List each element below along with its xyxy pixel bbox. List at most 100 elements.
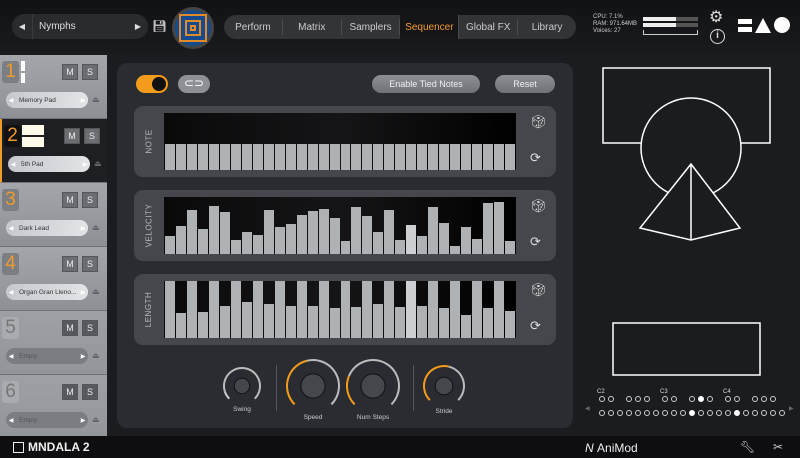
tab-sequencer[interactable]: Sequencer bbox=[400, 15, 459, 39]
step-bar[interactable] bbox=[450, 144, 460, 170]
step-bar[interactable] bbox=[494, 202, 504, 254]
black-key-dot[interactable] bbox=[626, 396, 632, 402]
step-bar[interactable] bbox=[494, 281, 504, 338]
prev-arrow-icon[interactable]: ◀ bbox=[6, 225, 16, 232]
white-key-dot[interactable] bbox=[626, 410, 632, 416]
step-bar[interactable] bbox=[264, 144, 274, 170]
track-4[interactable]: 4 M S ◀Organ Gran Lleno...▶ ⏏ bbox=[0, 247, 107, 311]
step-bar[interactable] bbox=[417, 144, 427, 170]
step-bar[interactable] bbox=[297, 281, 307, 338]
step-bar[interactable] bbox=[351, 144, 361, 170]
step-bar[interactable] bbox=[286, 306, 296, 338]
step-bar[interactable] bbox=[297, 144, 307, 170]
step-bar[interactable] bbox=[461, 315, 471, 338]
white-key-dot[interactable] bbox=[644, 410, 650, 416]
tab-samplers[interactable]: Samplers bbox=[342, 19, 401, 35]
step-bar[interactable] bbox=[308, 306, 318, 338]
track-1[interactable]: 1 M S ◀Memory Pad▶ ⏏ bbox=[0, 55, 107, 119]
scissors-icon[interactable]: ✂ bbox=[773, 440, 783, 454]
step-bar[interactable] bbox=[165, 281, 175, 338]
step-bar[interactable] bbox=[308, 144, 318, 170]
step-grid[interactable] bbox=[164, 281, 516, 338]
step-bar[interactable] bbox=[461, 227, 471, 254]
step-bar[interactable] bbox=[439, 223, 449, 254]
num-steps-knob[interactable] bbox=[345, 358, 401, 414]
step-bar[interactable] bbox=[253, 144, 263, 170]
step-bar[interactable] bbox=[187, 144, 197, 170]
step-bar[interactable] bbox=[373, 144, 383, 170]
white-key-dot[interactable] bbox=[662, 410, 668, 416]
dice-icon[interactable]: 🎲︎ bbox=[530, 114, 547, 130]
step-bar[interactable] bbox=[439, 308, 449, 338]
black-key-dot[interactable] bbox=[644, 396, 650, 402]
black-key-dot[interactable] bbox=[752, 396, 758, 402]
white-key-dot[interactable] bbox=[599, 410, 605, 416]
white-key-dot[interactable] bbox=[653, 410, 659, 416]
step-bar[interactable] bbox=[362, 281, 372, 338]
eject-icon[interactable]: ⏏ bbox=[94, 159, 102, 168]
track-2[interactable]: 2 M S ◀5th Pad▶ ⏏ bbox=[0, 119, 107, 183]
eject-icon[interactable]: ⏏ bbox=[92, 287, 100, 296]
next-arrow-icon[interactable]: ▶ bbox=[80, 161, 90, 168]
eject-icon[interactable]: ⏏ bbox=[92, 95, 100, 104]
step-bar[interactable] bbox=[209, 144, 219, 170]
info-icon[interactable]: i bbox=[710, 29, 725, 44]
eject-icon[interactable]: ⏏ bbox=[92, 223, 100, 232]
keyboard-left-arrow[interactable]: ◀ bbox=[585, 405, 590, 412]
step-bar[interactable] bbox=[395, 240, 405, 254]
tab-perform[interactable]: Perform bbox=[224, 19, 283, 35]
step-bar[interactable] bbox=[494, 144, 504, 170]
wrench-icon[interactable]: 🔧︎ bbox=[740, 440, 755, 454]
mute-button[interactable]: M bbox=[62, 192, 78, 208]
step-bar[interactable] bbox=[395, 307, 405, 338]
step-bar[interactable] bbox=[231, 240, 241, 254]
black-key-dot[interactable] bbox=[671, 396, 677, 402]
reset-lane-icon[interactable]: ⟳ bbox=[530, 318, 541, 334]
eject-icon[interactable]: ⏏ bbox=[92, 415, 100, 424]
black-key-dot[interactable] bbox=[689, 396, 695, 402]
step-bar[interactable] bbox=[198, 229, 208, 254]
track-preset-selector[interactable]: ◀Memory Pad▶ bbox=[6, 92, 88, 108]
white-key-dot[interactable] bbox=[743, 410, 749, 416]
step-bar[interactable] bbox=[341, 281, 351, 338]
white-key-dot[interactable] bbox=[752, 410, 758, 416]
step-bar[interactable] bbox=[231, 281, 241, 338]
next-arrow-icon[interactable]: ▶ bbox=[78, 97, 88, 104]
step-bar[interactable] bbox=[187, 210, 197, 254]
step-bar[interactable] bbox=[341, 144, 351, 170]
step-bar[interactable] bbox=[461, 144, 471, 170]
tab-library[interactable]: Library bbox=[518, 19, 576, 35]
white-key-dot[interactable] bbox=[635, 410, 641, 416]
solo-button[interactable]: S bbox=[82, 192, 98, 208]
track-6[interactable]: 6 M S ◀Empty▶ ⏏ bbox=[0, 375, 107, 439]
step-bar[interactable] bbox=[286, 144, 296, 170]
solo-button[interactable]: S bbox=[84, 128, 100, 144]
step-grid[interactable] bbox=[164, 197, 516, 254]
mute-button[interactable]: M bbox=[62, 64, 78, 80]
black-key-dot[interactable] bbox=[599, 396, 605, 402]
save-icon[interactable]: 💾︎ bbox=[152, 19, 167, 33]
black-key-dot[interactable] bbox=[608, 396, 614, 402]
keyboard-right-arrow[interactable]: ▶ bbox=[789, 405, 794, 412]
preset-selector[interactable]: ◀ Nymphs ▶ bbox=[12, 14, 148, 39]
step-bar[interactable] bbox=[505, 241, 515, 254]
step-bar[interactable] bbox=[417, 236, 427, 254]
step-bar[interactable] bbox=[373, 304, 383, 338]
step-bar[interactable] bbox=[428, 281, 438, 338]
step-bar[interactable] bbox=[395, 144, 405, 170]
track-preset-selector[interactable]: ◀Empty▶ bbox=[6, 412, 88, 428]
black-key-dot[interactable] bbox=[761, 396, 767, 402]
white-key-dot[interactable] bbox=[761, 410, 767, 416]
step-bar[interactable] bbox=[297, 215, 307, 254]
step-bar[interactable] bbox=[406, 225, 416, 254]
step-bar[interactable] bbox=[505, 144, 515, 170]
white-key-dot[interactable] bbox=[725, 410, 731, 416]
step-bar[interactable] bbox=[450, 281, 460, 338]
step-bar[interactable] bbox=[209, 281, 219, 338]
step-bar[interactable] bbox=[417, 306, 427, 338]
step-bar[interactable] bbox=[406, 281, 416, 338]
reset-lane-icon[interactable]: ⟳ bbox=[530, 234, 541, 250]
track-3[interactable]: 3 M S ◀Dark Lead▶ ⏏ bbox=[0, 183, 107, 247]
solo-button[interactable]: S bbox=[82, 64, 98, 80]
next-arrow-icon[interactable]: ▶ bbox=[78, 353, 88, 360]
